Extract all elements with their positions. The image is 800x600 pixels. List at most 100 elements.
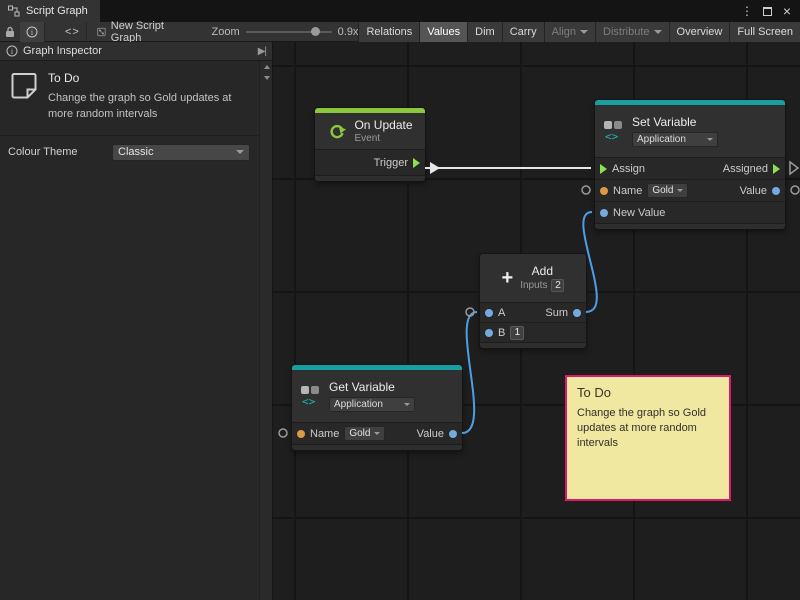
graph-name-label: New Script Graph [111,20,176,44]
name-row: Name Gold Value [595,179,785,201]
variable-icon: <> [300,385,322,407]
sticky-note-body: Change the graph so Gold updates at more… [577,406,719,451]
value-output-port[interactable] [772,187,780,195]
chevron-down-icon [236,150,244,154]
set-variable-title: Set Variable [632,115,718,129]
dim-button[interactable]: Dim [467,22,502,42]
on-update-title: On Update [354,118,412,132]
add-subtitle: Inputs [520,280,547,291]
inspector-icon: i [6,45,18,57]
node-add[interactable]: + Add Inputs 2 A Sum B 1 [480,254,586,348]
sticky-note-icon [10,71,38,101]
new-value-input-port[interactable] [600,209,608,217]
get-variable-title: Get Variable [329,380,415,394]
name-input-port[interactable] [297,430,305,438]
variable-name-dropdown[interactable]: Gold [647,183,688,198]
close-icon[interactable]: × [778,2,796,20]
sticky-note[interactable]: To Do Change the graph so Gold updates a… [565,375,731,501]
overview-button[interactable]: Overview [669,22,730,42]
fullscreen-button[interactable]: Full Screen [729,22,800,42]
sum-output-port[interactable] [573,309,581,317]
carry-button[interactable]: Carry [502,22,544,42]
chevron-down-icon [654,30,662,34]
scroll-down-icon[interactable] [260,72,273,83]
new-value-row: New Value [595,201,785,223]
name-input-port[interactable] [600,187,608,195]
on-update-header[interactable]: On Update Event [315,113,425,149]
code-view-button[interactable]: <> [59,22,87,42]
distribute-button[interactable]: Distribute [595,22,668,42]
name-label: Name [310,428,339,440]
variable-name-dropdown[interactable]: Gold [344,426,385,441]
trigger-label: Trigger [374,157,408,169]
node-footer [292,444,462,450]
sticky-note-title: To Do [577,385,719,400]
value-output-port[interactable] [449,430,457,438]
b-value-field[interactable]: 1 [510,326,524,340]
chevron-down-icon [677,189,683,192]
get-variable-scope-dropdown[interactable]: Application [329,397,415,412]
colour-theme-dropdown[interactable]: Classic [112,144,250,161]
assign-input-port[interactable] [600,164,607,174]
graph-toolbar: i <> New Script Graph Zoom 0.9x Relation… [0,22,800,42]
assigned-output-port[interactable] [773,164,780,174]
align-button[interactable]: Align [544,22,595,42]
window-menu-icon[interactable]: ⋮ [738,2,756,20]
script-graph-icon [8,5,20,17]
node-get-variable[interactable]: <> Get Variable Application Name Gold [292,365,462,450]
add-row-b: B 1 [480,322,586,342]
colour-theme-label: Colour Theme [8,146,104,158]
add-row-a: A Sum [480,302,586,322]
wire-getvalue-to-a [462,312,477,433]
unconnected-port-circle[interactable] [582,186,590,194]
tab-script-graph[interactable]: Script Graph [0,0,100,22]
event-loop-icon [327,121,347,141]
trigger-row: Trigger [315,149,425,175]
zoom-control: Zoom 0.9x [212,26,359,38]
graph-canvas[interactable]: On Update Event Trigger <> S [273,42,800,600]
name-label: Name [613,185,642,197]
chevron-down-icon [580,30,588,34]
set-variable-scope-dropdown[interactable]: Application [632,132,718,147]
svg-text:<>: <> [302,395,316,407]
note-body: Change the graph so Gold updates at more… [48,91,248,123]
scroll-up-icon[interactable] [260,61,273,72]
code-icon: <> [65,26,80,38]
add-input-count[interactable]: 2 [551,279,564,292]
unconnected-port-circle[interactable] [791,186,799,194]
dock-icon[interactable]: ▶| [258,46,266,57]
inspector-scrollbar[interactable] [259,61,272,600]
zoom-slider-knob[interactable] [311,27,320,36]
assigned-outer-arrow[interactable] [790,162,798,174]
sum-label: Sum [545,307,568,319]
relations-button[interactable]: Relations [358,22,419,42]
colour-theme-row: Colour Theme Classic [0,136,272,169]
b-input-port[interactable] [485,329,493,337]
set-variable-header[interactable]: <> Set Variable Application [595,105,785,157]
svg-text:<>: <> [605,130,619,142]
graph-asset-icon [97,26,106,38]
zoom-slider[interactable] [246,31,332,33]
node-on-update[interactable]: On Update Event Trigger [315,108,425,181]
lock-icon[interactable] [0,22,20,42]
a-input-port[interactable] [485,309,493,317]
add-header[interactable]: + Add Inputs 2 [480,254,586,302]
svg-text:i: i [31,28,34,37]
trigger-output-port[interactable] [413,158,420,168]
maximize-icon[interactable] [758,2,776,20]
a-label: A [498,307,505,319]
values-button[interactable]: Values [419,22,467,42]
script-graph-window: Script Graph ⋮ × i <> New Script Graph Z… [0,0,800,600]
value-label: Value [740,185,767,197]
node-set-variable[interactable]: <> Set Variable Application Assign Assig… [595,100,785,229]
inspect-toggle-button[interactable]: i [20,22,45,42]
unconnected-port-circle[interactable] [279,429,287,437]
inspector-title: Graph Inspector [23,45,102,57]
wire-arrowhead [430,162,440,174]
node-footer [595,223,785,229]
on-update-subtitle: Event [354,133,412,144]
node-footer [315,175,425,181]
get-variable-header[interactable]: <> Get Variable Application [292,370,462,422]
svg-text:i: i [11,47,14,56]
unconnected-port-circle[interactable] [466,308,474,316]
